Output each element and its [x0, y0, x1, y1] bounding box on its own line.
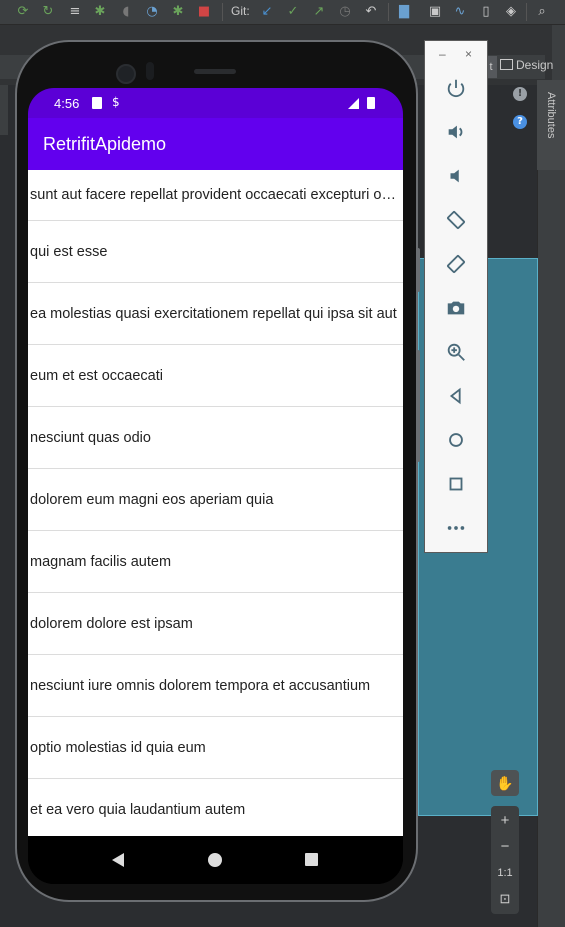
sdk-manager-icon[interactable]: ◈ — [502, 3, 520, 21]
run-config-icon[interactable]: ▣ — [426, 3, 444, 21]
list-item[interactable]: dolorem eum magni eos aperiam quia — [28, 469, 403, 531]
zoom-stack: + − 1:1 ⊡ — [491, 806, 519, 914]
list-item[interactable]: qui est esse — [28, 221, 403, 283]
pan-hand-icon[interactable]: ✋ — [491, 770, 519, 796]
help-icon[interactable]: ? — [513, 115, 527, 129]
zoom-icon[interactable] — [441, 337, 471, 367]
minimize-button[interactable]: – — [439, 47, 446, 61]
git-commit-icon[interactable]: ✓ — [284, 3, 302, 21]
zoom-in-button[interactable]: + — [491, 808, 519, 834]
camera-icon[interactable] — [441, 293, 471, 323]
app-title: RetrifitApidemo — [43, 134, 167, 154]
volume-up-icon[interactable] — [441, 117, 471, 147]
image-icon — [500, 59, 513, 70]
zoom-out-button[interactable]: − — [491, 834, 519, 860]
home-icon[interactable] — [441, 425, 471, 455]
toolbar-separator — [388, 3, 389, 21]
list-item[interactable]: magnam facilis autem — [28, 531, 403, 593]
profiler-icon[interactable]: ◔ — [143, 3, 161, 21]
list-item[interactable]: et ea vero quia laudantium autem — [28, 779, 403, 836]
design-tab[interactable]: Design — [500, 58, 553, 76]
debug-icon[interactable]: ✱ — [91, 3, 109, 21]
list-item-title: dolorem dolore est ipsam — [30, 615, 193, 632]
toolbar-separator — [526, 3, 527, 21]
zoom-actual-size-button[interactable]: 1:1 — [491, 860, 519, 886]
list-item-title: nesciunt quas odio — [30, 429, 151, 446]
search-icon[interactable]: ⌕ — [533, 3, 551, 21]
emulator-control-panel: – × — [424, 40, 488, 553]
device-manager-icon[interactable]: ▯ — [477, 3, 495, 21]
project-structure-icon[interactable]: ▇ — [395, 3, 413, 21]
list-item[interactable]: nesciunt quas odio — [28, 407, 403, 469]
rotate-left-icon[interactable] — [441, 205, 471, 235]
git-label: Git: — [231, 4, 250, 18]
navigation-bar — [28, 836, 403, 884]
git-update-icon[interactable]: ↙ — [258, 3, 276, 21]
zoom-to-fit-icon[interactable]: ⊡ — [491, 886, 519, 912]
list-item-title: sunt aut facere repellat provident occae… — [30, 187, 400, 203]
ide-main-toolbar: ⟳ ↻ ≡ ✱ ◖ ◔ ✱ ■ Git: ↙ ✓ ↗ ◷ ↶ ▇ ▣ ∿ ▯ ◈… — [0, 0, 565, 25]
rollback-icon[interactable]: ↶ — [362, 3, 380, 21]
logcat-icon[interactable]: ≡ — [66, 3, 84, 21]
list-item-title: optio molestias id quia eum — [30, 739, 206, 756]
overview-icon[interactable] — [441, 469, 471, 499]
nav-recents-icon[interactable] — [305, 853, 318, 866]
status-time: 4:56 — [54, 96, 80, 111]
signal-icon — [348, 98, 359, 109]
ide-left-strip — [0, 85, 8, 135]
list-item-title: magnam facilis autem — [30, 553, 172, 570]
close-button[interactable]: × — [465, 47, 472, 61]
post-list[interactable]: sunt aut facere repellat provident occae… — [28, 170, 403, 836]
app-bar: RetrifitApidemo — [28, 118, 403, 170]
toolbar-separator — [222, 3, 223, 21]
list-item[interactable]: dolorem dolore est ipsam — [28, 593, 403, 655]
list-item-title: eum et est occaecati — [30, 367, 163, 384]
more-icon[interactable] — [441, 513, 471, 543]
apply-code-changes-icon[interactable]: ↻ — [39, 3, 57, 21]
list-item-title: nesciunt iure omnis dolorem tempora et a… — [30, 677, 371, 694]
volume-down-icon[interactable] — [441, 161, 471, 191]
list-item[interactable]: nesciunt iure omnis dolorem tempora et a… — [28, 655, 403, 717]
zoom-controls: ✋ + − 1:1 ⊡ — [491, 770, 519, 915]
list-item[interactable]: eum et est occaecati — [28, 345, 403, 407]
stop-icon[interactable]: ■ — [195, 3, 213, 21]
phone-screen: 4:56 $ RetrifitApidemo sunt aut facere r… — [28, 88, 403, 884]
design-tab-label: Design — [516, 58, 554, 72]
profile-icon[interactable]: ◖ — [117, 3, 135, 21]
nav-home-icon[interactable] — [208, 853, 222, 867]
nav-back-icon[interactable] — [112, 853, 124, 867]
list-item-title: ea molestias quasi exercitationem repell… — [30, 305, 397, 322]
back-icon[interactable] — [441, 381, 471, 411]
ide-right-tool-strip — [537, 80, 565, 927]
git-push-icon[interactable]: ↗ — [310, 3, 328, 21]
list-item-title: et ea vero quia laudantium autem — [30, 801, 246, 818]
power-icon[interactable] — [441, 73, 471, 103]
sync-status-icon: $ — [112, 95, 120, 109]
earpiece-speaker — [194, 69, 236, 74]
list-item[interactable]: ea molestias quasi exercitationem repell… — [28, 283, 403, 345]
sd-card-icon — [92, 97, 102, 109]
list-item-title: qui est esse — [30, 243, 108, 260]
sync-gradle-icon[interactable]: ∿ — [451, 3, 469, 21]
attach-debugger-icon[interactable]: ✱ — [169, 3, 187, 21]
rotate-right-icon[interactable] — [441, 249, 471, 279]
phone-sensor — [146, 62, 154, 80]
attributes-tab-label: Attributes — [545, 92, 557, 139]
list-item[interactable]: optio molestias id quia eum — [28, 717, 403, 779]
git-history-icon[interactable]: ◷ — [336, 3, 354, 21]
apply-changes-icon[interactable]: ⟳ — [14, 3, 32, 21]
list-item-title: dolorem eum magni eos aperiam quia — [30, 491, 274, 508]
attributes-tab[interactable]: Attributes — [541, 92, 557, 162]
warning-icon[interactable]: ! — [513, 87, 527, 101]
battery-icon — [367, 97, 375, 109]
front-camera — [116, 64, 136, 84]
status-bar: 4:56 $ — [28, 88, 403, 118]
list-item[interactable]: sunt aut facere repellat provident occae… — [28, 170, 403, 221]
